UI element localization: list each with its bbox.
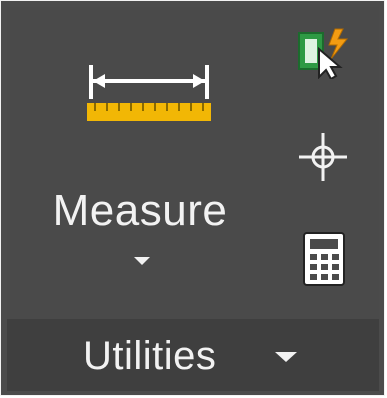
calculator-icon: [303, 232, 345, 286]
quick-select-button[interactable]: [297, 27, 349, 81]
chevron-down-icon[interactable]: [134, 257, 150, 265]
measure-label: Measure: [52, 186, 228, 235]
measure-icon: [87, 65, 211, 121]
chevron-down-icon[interactable]: [275, 352, 297, 362]
utilities-ribbon-panel: Measure Utilities: [0, 0, 385, 396]
panel-footer[interactable]: Utilities: [7, 319, 379, 391]
panel-title: Utilities: [83, 334, 217, 378]
id-point-button[interactable]: [297, 131, 349, 183]
panel-body: Measure Utilities: [7, 7, 379, 391]
calculator-button[interactable]: [301, 231, 353, 286]
measure-button[interactable]: Measure: [25, 25, 255, 295]
quick-select-icon: [298, 28, 349, 81]
crosshair-icon: [299, 133, 347, 181]
